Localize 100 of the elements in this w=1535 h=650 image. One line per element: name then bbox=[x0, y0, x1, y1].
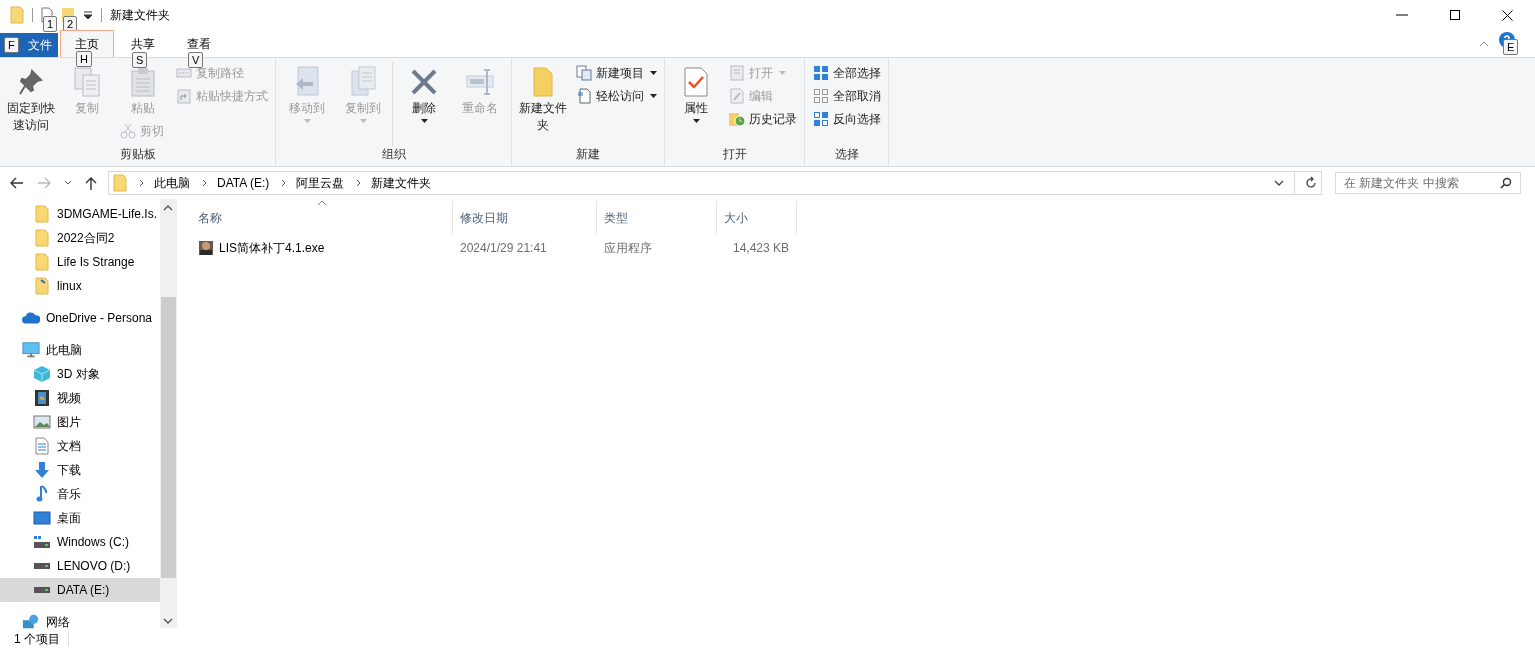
nav-item[interactable]: 桌面 bbox=[0, 506, 160, 530]
nav-item[interactable]: Windows (C:) bbox=[0, 530, 160, 554]
ribbon-button[interactable]: 全部取消 bbox=[809, 85, 884, 107]
group-label: 新建 bbox=[575, 146, 601, 163]
dropdown-arrow-icon[interactable] bbox=[650, 94, 657, 98]
ribbon-button[interactable]: 属性 bbox=[669, 62, 723, 125]
ribbon-button[interactable]: 新建项目 bbox=[572, 62, 660, 84]
move-icon bbox=[294, 66, 320, 98]
customize-dropdown-icon[interactable] bbox=[83, 10, 93, 20]
ribbon-button[interactable]: 新建文件夹 bbox=[516, 62, 570, 136]
cloud-icon bbox=[22, 311, 40, 325]
drive-icon bbox=[34, 587, 50, 593]
nav-item[interactable]: 此电脑 bbox=[0, 338, 160, 362]
nav-item[interactable]: 图片 bbox=[0, 410, 160, 434]
chevron-right-icon[interactable] bbox=[202, 179, 207, 187]
drive-icon bbox=[33, 535, 51, 549]
up-icon[interactable] bbox=[85, 176, 97, 190]
checkmark-icon bbox=[684, 67, 708, 97]
chevron-right-icon[interactable] bbox=[139, 179, 144, 187]
nav-item[interactable]: 3DMGAME-Life.Is. bbox=[0, 202, 160, 226]
music-note-icon bbox=[36, 485, 48, 503]
collapse-ribbon-icon[interactable] bbox=[1479, 41, 1489, 47]
search-field[interactable]: 在 新建文件夹 中搜索 bbox=[1335, 172, 1521, 194]
path-icon bbox=[176, 67, 192, 79]
document-icon bbox=[577, 88, 591, 104]
nav-item[interactable]: Life Is Strange bbox=[0, 250, 160, 274]
ribbon-button[interactable]: 反向选择 bbox=[809, 108, 884, 130]
column-header[interactable]: 名称 bbox=[191, 201, 453, 235]
nav-item[interactable]: 3D 对象 bbox=[0, 362, 160, 386]
nav-item[interactable]: 2022合同2 bbox=[0, 226, 160, 250]
nav-item[interactable]: OneDrive - Persona bbox=[0, 306, 160, 330]
window-title: 新建文件夹 bbox=[110, 6, 170, 24]
nav-item[interactable]: 文档 bbox=[0, 434, 160, 458]
key-tip: F bbox=[4, 37, 19, 53]
dropdown-arrow-icon[interactable] bbox=[420, 119, 428, 123]
pin-icon bbox=[18, 68, 44, 96]
column-header[interactable]: 类型 bbox=[597, 201, 717, 235]
film-icon bbox=[34, 389, 50, 407]
shortcut-icon bbox=[177, 88, 191, 104]
group-label: 选择 bbox=[833, 146, 860, 163]
chevron-right-icon[interactable] bbox=[356, 179, 362, 187]
folder-icon bbox=[532, 66, 554, 98]
ribbon-button[interactable]: 删除 bbox=[397, 62, 451, 125]
copy-icon bbox=[73, 66, 101, 98]
close-icon[interactable] bbox=[1502, 9, 1513, 21]
ribbon-button[interactable]: 全部选择 bbox=[809, 62, 884, 84]
nav-item[interactable]: 视频 bbox=[0, 386, 160, 410]
file-row[interactable]: LIS简体补丁4.1.exe 2024/1/29 21:41 应用程序 14,423 KB bbox=[191, 237, 1535, 259]
breadcrumb[interactable]: 阿里云盘 bbox=[296, 174, 345, 192]
delete-icon bbox=[410, 68, 438, 96]
folder-icon bbox=[10, 6, 24, 24]
app-icon bbox=[198, 240, 214, 256]
edit-icon bbox=[730, 88, 744, 104]
nav-item[interactable]: 音乐 bbox=[0, 482, 160, 506]
column-header[interactable]: 修改日期 bbox=[453, 201, 597, 235]
chevron-right-icon[interactable] bbox=[281, 179, 287, 187]
nav-item[interactable]: LENOVO (D:) bbox=[0, 554, 160, 578]
folder-shortcut-icon bbox=[35, 277, 49, 295]
key-tip: H bbox=[76, 51, 92, 67]
breadcrumb[interactable]: 此电脑 bbox=[154, 174, 190, 192]
drive-icon bbox=[34, 563, 50, 569]
copy-icon bbox=[350, 66, 376, 98]
ribbon-button[interactable]: 轻松访问 bbox=[572, 85, 660, 107]
breadcrumb[interactable]: 新建文件夹 bbox=[371, 174, 432, 192]
search-icon[interactable] bbox=[1500, 177, 1512, 189]
chevron-down-icon[interactable] bbox=[1274, 180, 1284, 186]
refresh-icon[interactable] bbox=[1305, 176, 1317, 190]
history-icon bbox=[728, 111, 746, 127]
folder-icon bbox=[35, 229, 49, 247]
breadcrumb[interactable]: DATA (E:) bbox=[217, 176, 270, 190]
nav-item[interactable]: linux bbox=[0, 274, 160, 298]
cube-icon bbox=[33, 365, 51, 383]
group-label: 打开 bbox=[721, 146, 748, 163]
key-tip: V bbox=[188, 52, 204, 68]
column-header[interactable]: 大小 bbox=[717, 201, 797, 235]
invert-selection-icon bbox=[813, 111, 829, 127]
dropdown-arrow-icon[interactable] bbox=[692, 119, 700, 123]
nav-item[interactable]: 下载 bbox=[0, 458, 160, 482]
chevron-down-icon[interactable] bbox=[64, 180, 72, 186]
folder-icon bbox=[35, 205, 49, 223]
desktop-icon bbox=[33, 510, 51, 526]
maximize-icon[interactable] bbox=[1450, 10, 1460, 20]
address-bar[interactable]: 此电脑 DATA (E:) 阿里云盘 新建文件夹 bbox=[108, 171, 1322, 195]
folder-icon bbox=[113, 174, 127, 192]
back-icon[interactable] bbox=[10, 177, 24, 189]
dropdown-arrow-icon[interactable] bbox=[650, 71, 657, 75]
scroll-down-icon bbox=[163, 618, 173, 624]
sort-ascending-icon bbox=[317, 200, 327, 206]
ribbon-button[interactable]: 历史记录 bbox=[725, 108, 800, 130]
select-none-icon bbox=[813, 88, 829, 104]
scrollbar[interactable] bbox=[160, 199, 176, 628]
network-icon bbox=[22, 613, 40, 631]
scroll-up-icon bbox=[163, 205, 173, 211]
folder-icon bbox=[35, 253, 49, 271]
nav-item[interactable]: DATA (E:) bbox=[0, 578, 160, 602]
ribbon-button[interactable]: 固定到快速访问 bbox=[4, 62, 58, 136]
image-icon bbox=[33, 415, 51, 429]
document-icon bbox=[35, 437, 49, 455]
group-label: 剪贴板 bbox=[118, 146, 157, 163]
key-tip: 1 bbox=[43, 16, 58, 32]
